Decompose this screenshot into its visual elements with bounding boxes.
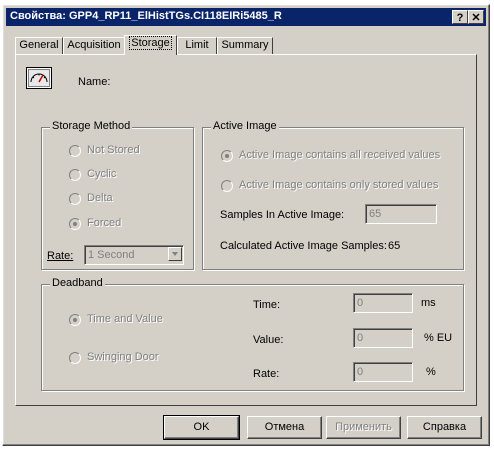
forced-label: Forced [87, 217, 122, 229]
calculated-samples-value: 65 [388, 240, 401, 252]
deadband-rate-label: Rate: [253, 368, 280, 380]
time-unit: ms [421, 297, 436, 309]
cyclic-radio[interactable] [69, 169, 81, 181]
swinging-door-radio[interactable] [69, 352, 81, 364]
samples-label: Samples In Active Image: [220, 209, 345, 221]
not-stored-radio[interactable] [69, 145, 81, 157]
deadband-legend: Deadband [50, 277, 105, 289]
rate-label: Rate: [47, 250, 74, 262]
tab-acquisition[interactable]: Acquisition [63, 37, 125, 54]
chevron-down-icon[interactable] [168, 247, 182, 261]
swinging-door-label: Swinging Door [87, 351, 159, 363]
only-stored-label: Active Image contains only stored values [239, 179, 439, 191]
time-label: Time: [253, 299, 281, 311]
storage-tab-panel: Name: Storage Method Not Stored Cyclic D… [15, 54, 477, 406]
active-image-legend: Active Image [211, 120, 279, 132]
active-image-group: Active Image Active Image contains all r… [202, 120, 464, 270]
calculated-samples-label: Calculated Active Image Samples: [220, 240, 387, 252]
window-title: Свойства: GPP4_RP11_ElHistTGs.CI118EIRi5… [10, 10, 282, 22]
value-unit: % EU [424, 332, 453, 344]
delta-label: Delta [87, 192, 113, 204]
samples-input[interactable]: 65 [365, 204, 437, 224]
all-received-radio[interactable] [221, 150, 233, 162]
cancel-button[interactable]: Отмена [247, 416, 322, 439]
tab-general[interactable]: General [15, 37, 63, 54]
deadband-group: Deadband Time and Value Swinging Door Ti… [41, 277, 464, 391]
cyclic-label: Cyclic [87, 168, 117, 180]
ok-button[interactable]: OK [163, 415, 240, 440]
title-bar[interactable]: Свойства: GPP4_RP11_ElHistTGs.CI118EIRi5… [6, 8, 486, 26]
help-title-button[interactable]: ? [452, 10, 468, 24]
storage-method-legend: Storage Method [50, 120, 133, 132]
rate-select-value: 1 Second [88, 249, 135, 261]
time-and-value-label: Time and Value [87, 313, 163, 325]
time-and-value-radio[interactable] [69, 314, 81, 326]
tab-summary[interactable]: Summary [217, 37, 273, 54]
rate-select[interactable]: 1 Second [84, 245, 184, 265]
value-input[interactable]: 0 [353, 328, 413, 348]
help-button[interactable]: Справка [407, 416, 482, 439]
deadband-rate-input[interactable]: 0 [353, 362, 413, 382]
forced-radio[interactable] [69, 218, 81, 230]
name-label: Name: [78, 76, 111, 88]
time-input[interactable]: 0 [353, 293, 413, 313]
not-stored-label: Not Stored [87, 144, 140, 156]
apply-button[interactable]: Применить [326, 416, 401, 439]
tab-storage[interactable]: Storage [124, 35, 177, 55]
properties-dialog: Свойства: GPP4_RP11_ElHistTGs.CI118EIRi5… [2, 4, 490, 446]
tab-limit[interactable]: Limit [177, 37, 217, 54]
only-stored-radio[interactable] [221, 180, 233, 192]
value-label: Value: [253, 334, 284, 346]
close-title-button[interactable]: ✕ [468, 10, 484, 24]
storage-method-group: Storage Method Not Stored Cyclic Delta F… [41, 120, 194, 270]
tag-meter-icon [26, 67, 52, 89]
all-received-label: Active Image contains all received value… [239, 149, 441, 161]
delta-radio[interactable] [69, 193, 81, 205]
deadband-rate-unit: % [426, 366, 436, 378]
